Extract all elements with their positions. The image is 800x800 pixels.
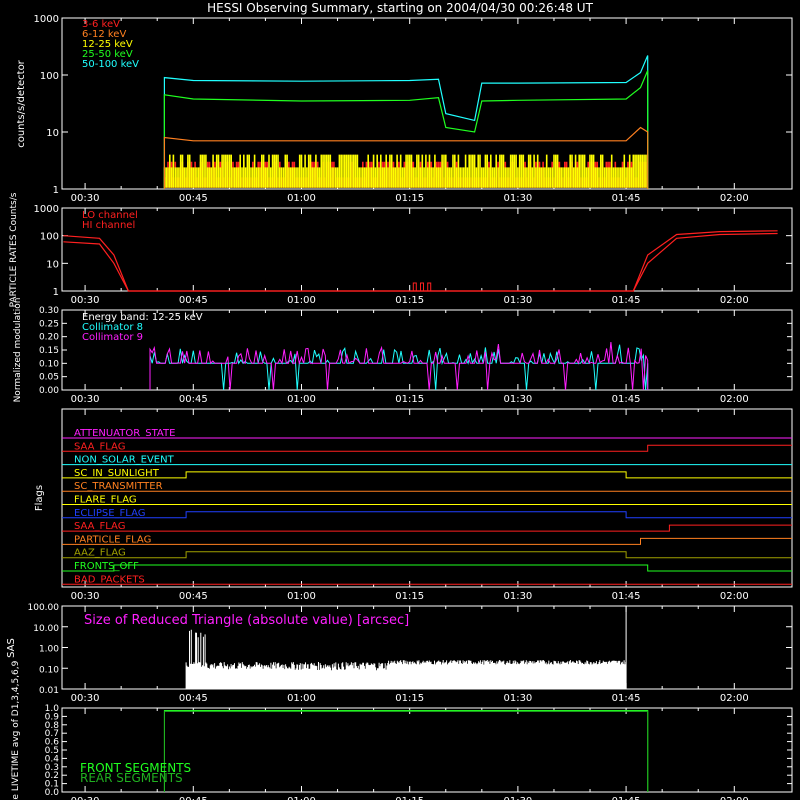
x-tick-label: 01:45 — [612, 796, 641, 800]
y-tick-label: 0.00 — [39, 386, 59, 396]
x-tick-label: 01:45 — [612, 394, 641, 405]
x-tick-label: 00:30 — [71, 193, 100, 204]
legend-HI-channel: HI channel — [82, 220, 135, 231]
flag-label-aaz_flag: AAZ_FLAG — [74, 548, 126, 559]
x-tick-label: 02:00 — [720, 591, 749, 602]
y-tick-label: 0.10 — [39, 665, 59, 675]
x-tick-label: 01:30 — [503, 193, 532, 204]
x-tick-label: 01:45 — [612, 193, 641, 204]
y-tick-label: 0.25 — [39, 319, 59, 329]
y-tick-label: 0.20 — [39, 333, 59, 343]
y-tick-label: 1 — [53, 287, 59, 298]
y-tick-label: 1000 — [34, 204, 59, 215]
sas-ylabel: SAS — [6, 638, 17, 658]
flag-label-saa_flag: SAA_FLAG — [74, 521, 125, 532]
x-tick-label: 02:00 — [720, 693, 749, 704]
y-tick-label: 100 — [40, 232, 59, 243]
x-tick-label: 01:00 — [287, 591, 316, 602]
y-tick-label: 0.01 — [39, 686, 59, 696]
y-tick-label: 0.10 — [39, 359, 59, 369]
x-tick-label: 01:15 — [395, 591, 424, 602]
sas-annotation: Size of Reduced Triangle (absolute value… — [84, 613, 409, 628]
x-tick-label: 01:00 — [287, 796, 316, 800]
flag-label-eclipse_flag: ECLIPSE_FLAG — [74, 508, 145, 519]
x-tick-label: 00:45 — [179, 394, 208, 405]
x-tick-label: 01:45 — [612, 693, 641, 704]
x-tick-label: 00:45 — [179, 796, 208, 800]
flag-label-sc_in_sunlight: SC_IN_SUNLIGHT — [74, 468, 160, 479]
flag-label-sc_transmitter: SC_TRANSMITTER — [74, 481, 163, 492]
x-tick-label: 00:30 — [71, 693, 100, 704]
modulation-ylabel: Normalized modulation — [13, 298, 23, 403]
flags-ylabel: Flags — [34, 485, 45, 511]
y-tick-label: 10 — [46, 128, 59, 139]
x-tick-label: 02:00 — [720, 394, 749, 405]
x-tick-label: 02:00 — [720, 193, 749, 204]
y-tick-label: 0.15 — [39, 346, 59, 356]
x-tick-label: 01:15 — [395, 394, 424, 405]
x-tick-label: 00:45 — [179, 295, 208, 306]
y-tick-label: 1.00 — [39, 645, 59, 655]
particle-ylabel: PARTICLE RATES Counts/s — [9, 192, 19, 307]
x-tick-label: 01:15 — [395, 796, 424, 800]
flag-label-saa_flag: SAA_FLAG — [74, 441, 125, 452]
flag-label-fronts_off: FRONTS_OFF — [74, 561, 139, 572]
x-tick-label: 01:45 — [612, 295, 641, 306]
hessi-summary-plot: HESSI Observing Summary, starting on 200… — [0, 0, 800, 800]
x-tick-label: 01:45 — [612, 591, 641, 602]
count-rate-ylabel: counts/s/detector — [16, 59, 27, 147]
x-tick-label: 00:30 — [71, 591, 100, 602]
x-tick-label: 01:15 — [395, 693, 424, 704]
x-tick-label: 01:00 — [287, 394, 316, 405]
legend-Collimator-9: Collimator 9 — [82, 332, 143, 343]
x-tick-label: 02:00 — [720, 295, 749, 306]
y-tick-label: 100.00 — [28, 603, 60, 613]
y-tick-label: 1000 — [34, 14, 59, 25]
x-tick-label: 02:00 — [720, 796, 749, 800]
flag-label-bad_packets: BAD_PACKETS — [74, 574, 145, 585]
y-tick-label: 100 — [40, 71, 59, 82]
x-tick-label: 01:00 — [287, 193, 316, 204]
x-tick-label: 01:30 — [503, 295, 532, 306]
y-tick-label: 0.30 — [39, 306, 59, 316]
x-tick-label: 01:30 — [503, 591, 532, 602]
y-tick-label: 1 — [53, 185, 59, 196]
plot-title: HESSI Observing Summary, starting on 200… — [207, 1, 593, 15]
legend-REAR-SEGMENTS: REAR SEGMENTS — [80, 771, 183, 785]
flag-label-non_solar_event: NON_SOLAR_EVENT — [74, 455, 175, 466]
x-tick-label: 00:45 — [179, 591, 208, 602]
y-tick-label: 10 — [46, 259, 59, 270]
x-tick-label: 01:00 — [287, 295, 316, 306]
x-tick-label: 00:30 — [71, 796, 100, 800]
x-tick-label: 01:00 — [287, 693, 316, 704]
legend-50-100-keV: 50-100 keV — [82, 59, 139, 70]
x-tick-label: 00:30 — [71, 394, 100, 405]
x-tick-label: 00:45 — [179, 693, 208, 704]
x-tick-label: 00:45 — [179, 193, 208, 204]
x-tick-label: 01:15 — [395, 193, 424, 204]
x-tick-label: 01:15 — [395, 295, 424, 306]
x-tick-label: 01:30 — [503, 693, 532, 704]
x-tick-label: 00:30 — [71, 295, 100, 306]
flag-label-attenuator_state: ATTENUATOR_STATE — [74, 428, 175, 439]
y-tick-label: 0.05 — [39, 373, 59, 383]
flag-label-flare_flag: FLARE_FLAG — [74, 495, 137, 506]
y-tick-label: 1.0 — [45, 704, 60, 714]
y-tick-label: 10.00 — [33, 624, 59, 634]
x-tick-label: 01:30 — [503, 796, 532, 800]
flag-label-particle_flag: PARTICLE_FLAG — [74, 534, 151, 545]
x-tick-label: 01:30 — [503, 394, 532, 405]
livetime-ylabel: Mon. Rate LIVETIME avg of D1,3,4,5,6,9 — [11, 660, 21, 800]
